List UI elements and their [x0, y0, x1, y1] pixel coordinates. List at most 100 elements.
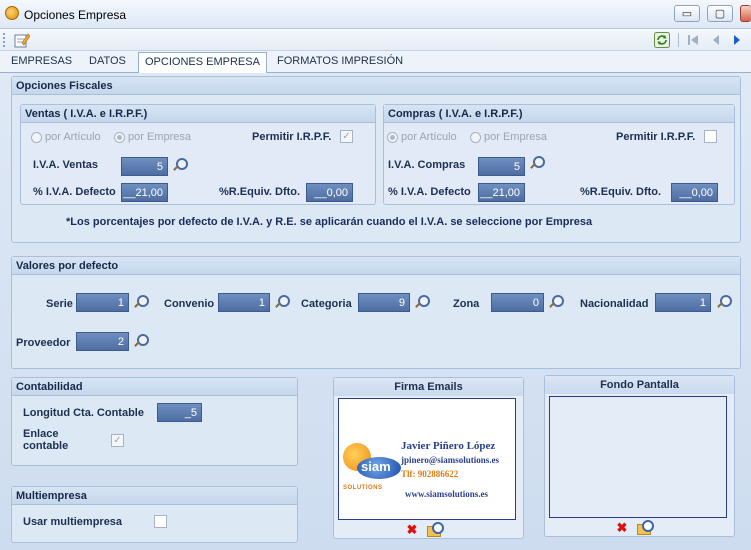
ventas-permitir-irpf-label: Permitir I.R.P.F.	[252, 131, 332, 143]
prev-icon[interactable]	[707, 31, 725, 49]
signature-web: www.siamsolutions.es	[405, 489, 489, 499]
firma-load-icon[interactable]	[426, 522, 444, 537]
categoria-field[interactable]: 9	[358, 293, 410, 312]
compras-radio-empresa[interactable]	[470, 132, 481, 143]
signature-name: Javier Piñero López	[401, 440, 496, 452]
tab-formatos-impresion[interactable]: FORMATOS IMPRESIÓN	[277, 55, 403, 67]
toolbar-grip	[3, 33, 6, 47]
firma-emails-title: Firma Emails	[334, 378, 523, 396]
enlace-label-line1: Enlace	[23, 428, 59, 440]
compras-radio-articulo[interactable]	[387, 132, 398, 143]
categoria-search-icon[interactable]	[414, 294, 430, 310]
edit-icon[interactable]	[13, 31, 31, 49]
zona-field[interactable]: 0	[491, 293, 544, 312]
title-bar: Opciones Empresa ▭ ▢	[0, 0, 751, 29]
signature-phone: Tlf: 902886622	[401, 469, 459, 479]
ventas-radio-empresa-label: por Empresa	[128, 131, 191, 143]
fondo-pantalla-image[interactable]	[549, 396, 727, 518]
serie-search-icon[interactable]	[133, 294, 149, 310]
ventas-iva-search-icon[interactable]	[172, 157, 188, 173]
refresh-icon[interactable]	[653, 31, 671, 49]
fondo-pantalla-panel: Fondo Pantalla ✖	[544, 375, 735, 537]
longitud-field[interactable]: _5	[157, 403, 202, 422]
compras-iva-field[interactable]: 5	[478, 157, 525, 176]
proveedor-search-icon[interactable]	[133, 333, 149, 349]
compras-permitir-irpf-label: Permitir I.R.P.F.	[616, 131, 696, 143]
ventas-req-label: %R.Equiv. Dfto.	[219, 186, 301, 198]
next-icon[interactable]	[728, 31, 746, 49]
logo-text: siam	[361, 459, 391, 474]
ventas-title: Ventas ( I.V.A. e I.R.P.F.)	[21, 105, 375, 123]
ventas-permitir-irpf-checkbox[interactable]: ✓	[340, 130, 353, 143]
serie-field[interactable]: 1	[76, 293, 129, 312]
tab-bar: EMPRESAS DATOS OPCIONES EMPRESA FORMATOS…	[0, 51, 751, 74]
convenio-field[interactable]: 1	[218, 293, 270, 312]
contabilidad-group: Contabilidad Longitud Cta. Contable _5 E…	[11, 377, 298, 466]
compras-title: Compras ( I.V.A. e I.R.P.F.)	[384, 105, 734, 123]
first-record-icon[interactable]	[684, 31, 702, 49]
multiempresa-title: Multiempresa	[12, 487, 297, 505]
longitud-label: Longitud Cta. Contable	[23, 407, 144, 419]
ventas-group: Ventas ( I.V.A. e I.R.P.F.) por Artículo…	[20, 104, 376, 205]
compras-permitir-irpf-checkbox[interactable]	[704, 130, 717, 143]
app-icon	[5, 6, 19, 20]
convenio-search-icon[interactable]	[274, 294, 290, 310]
contabilidad-title: Contabilidad	[12, 378, 297, 396]
compras-pct-iva-label: % I.V.A. Defecto	[388, 186, 471, 198]
defaults-title: Valores por defecto	[12, 257, 740, 275]
firma-delete-icon[interactable]: ✖	[406, 523, 418, 536]
firma-emails-panel: Firma Emails siam SOLUTIONS Javier Piñer…	[333, 377, 524, 539]
categoria-label: Categoria	[301, 298, 352, 310]
compras-group: Compras ( I.V.A. e I.R.P.F.) por Artícul…	[383, 104, 735, 205]
zona-search-icon[interactable]	[548, 294, 564, 310]
ventas-iva-field[interactable]: 5	[121, 157, 168, 176]
fondo-pantalla-title: Fondo Pantalla	[545, 376, 734, 394]
usar-multiempresa-label: Usar multiempresa	[23, 516, 123, 528]
compras-radio-empresa-label: por Empresa	[484, 131, 547, 143]
close-button[interactable]	[740, 5, 751, 22]
fondo-delete-icon[interactable]: ✖	[616, 521, 628, 534]
ventas-pct-iva-label: % I.V.A. Defecto	[33, 186, 116, 198]
fiscal-options-title: Opciones Fiscales	[12, 77, 740, 95]
fiscal-note: *Los porcentajes por defecto de I.V.A. y…	[66, 216, 593, 228]
window-title: Opciones Empresa	[24, 8, 127, 22]
fiscal-options-group: Opciones Fiscales Ventas ( I.V.A. e I.R.…	[11, 76, 741, 243]
ventas-iva-label: I.V.A. Ventas	[33, 159, 99, 171]
logo-subtext: SOLUTIONS	[343, 485, 383, 491]
toolbar	[0, 29, 751, 51]
usar-multiempresa-checkbox[interactable]	[154, 515, 167, 528]
nacionalidad-field[interactable]: 1	[655, 293, 711, 312]
toolbar-separator	[678, 33, 679, 47]
enlace-contable-checkbox[interactable]: ✓	[111, 434, 124, 447]
proveedor-field[interactable]: 2	[76, 332, 129, 351]
proveedor-label: Proveedor	[16, 337, 71, 349]
ventas-pct-iva-field[interactable]: __21,00	[121, 183, 168, 202]
compras-radio-articulo-label: por Artículo	[401, 131, 457, 143]
compras-iva-label: I.V.A. Compras	[388, 159, 466, 171]
compras-req-field[interactable]: __0,00	[671, 183, 718, 202]
convenio-label: Convenio	[164, 298, 215, 310]
serie-label: Serie	[46, 298, 73, 310]
content-area: Opciones Fiscales Ventas ( I.V.A. e I.R.…	[0, 73, 751, 550]
ventas-req-field[interactable]: __0,00	[306, 183, 353, 202]
tab-opciones-empresa[interactable]: OPCIONES EMPRESA	[138, 52, 267, 74]
defaults-group: Valores por defecto Serie 1 Convenio 1 C…	[11, 256, 741, 369]
fondo-load-icon[interactable]	[636, 520, 654, 535]
signature-email: jpinero@siamsolutions.es	[401, 455, 499, 465]
ventas-radio-articulo-label: por Artículo	[45, 131, 101, 143]
multiempresa-group: Multiempresa Usar multiempresa	[11, 486, 298, 543]
maximize-button[interactable]: ▢	[707, 5, 733, 22]
nacionalidad-label: Nacionalidad	[580, 298, 649, 310]
compras-iva-search-icon[interactable]	[529, 155, 545, 171]
tab-empresas[interactable]: EMPRESAS	[11, 55, 72, 67]
ventas-radio-articulo[interactable]	[31, 132, 42, 143]
zona-label: Zona	[453, 298, 480, 310]
nacionalidad-search-icon[interactable]	[716, 294, 732, 310]
firma-emails-image[interactable]: siam SOLUTIONS Javier Piñero López jpine…	[338, 398, 516, 520]
compras-req-label: %R.Equiv. Dfto.	[580, 186, 662, 198]
minimize-button[interactable]: ▭	[674, 5, 700, 22]
tab-datos[interactable]: DATOS	[89, 55, 126, 67]
compras-pct-iva-field[interactable]: __21,00	[478, 183, 525, 202]
ventas-radio-empresa[interactable]	[114, 132, 125, 143]
enlace-label-line2: contable	[23, 440, 69, 452]
